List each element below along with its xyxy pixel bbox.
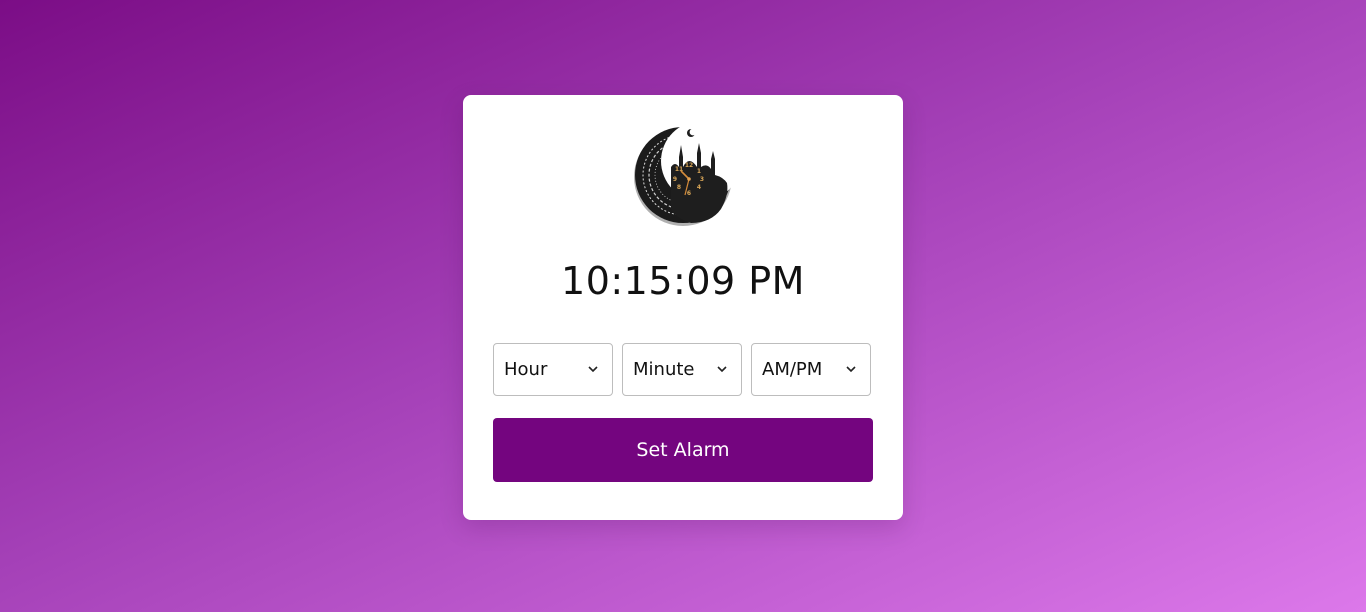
crescent-clock-icon: 12 1 3 4 6 8 9 11	[631, 123, 735, 227]
svg-text:12: 12	[685, 162, 693, 169]
svg-text:6: 6	[687, 190, 691, 197]
chevron-down-icon	[588, 366, 598, 373]
minute-select-label: Minute	[633, 359, 695, 380]
chevron-down-icon	[846, 366, 856, 373]
ampm-select-label: AM/PM	[762, 359, 823, 380]
hour-select-label: Hour	[504, 359, 548, 380]
alarm-time-selects: Hour Minute AM/PM	[493, 343, 873, 398]
set-alarm-button[interactable]: Set Alarm	[493, 418, 873, 482]
hour-select[interactable]: Hour	[493, 343, 613, 396]
minute-select[interactable]: Minute	[622, 343, 742, 396]
svg-text:1: 1	[697, 168, 701, 175]
ampm-select[interactable]: AM/PM	[751, 343, 871, 396]
svg-text:4: 4	[697, 184, 701, 191]
alarm-card: 12 1 3 4 6 8 9 11 10:15:09 PM Hour Minut…	[463, 95, 903, 520]
svg-text:8: 8	[677, 184, 681, 191]
svg-text:3: 3	[700, 176, 704, 183]
current-time-display: 10:15:09 PM	[561, 259, 805, 303]
chevron-down-icon	[717, 366, 727, 373]
svg-text:9: 9	[673, 176, 677, 183]
